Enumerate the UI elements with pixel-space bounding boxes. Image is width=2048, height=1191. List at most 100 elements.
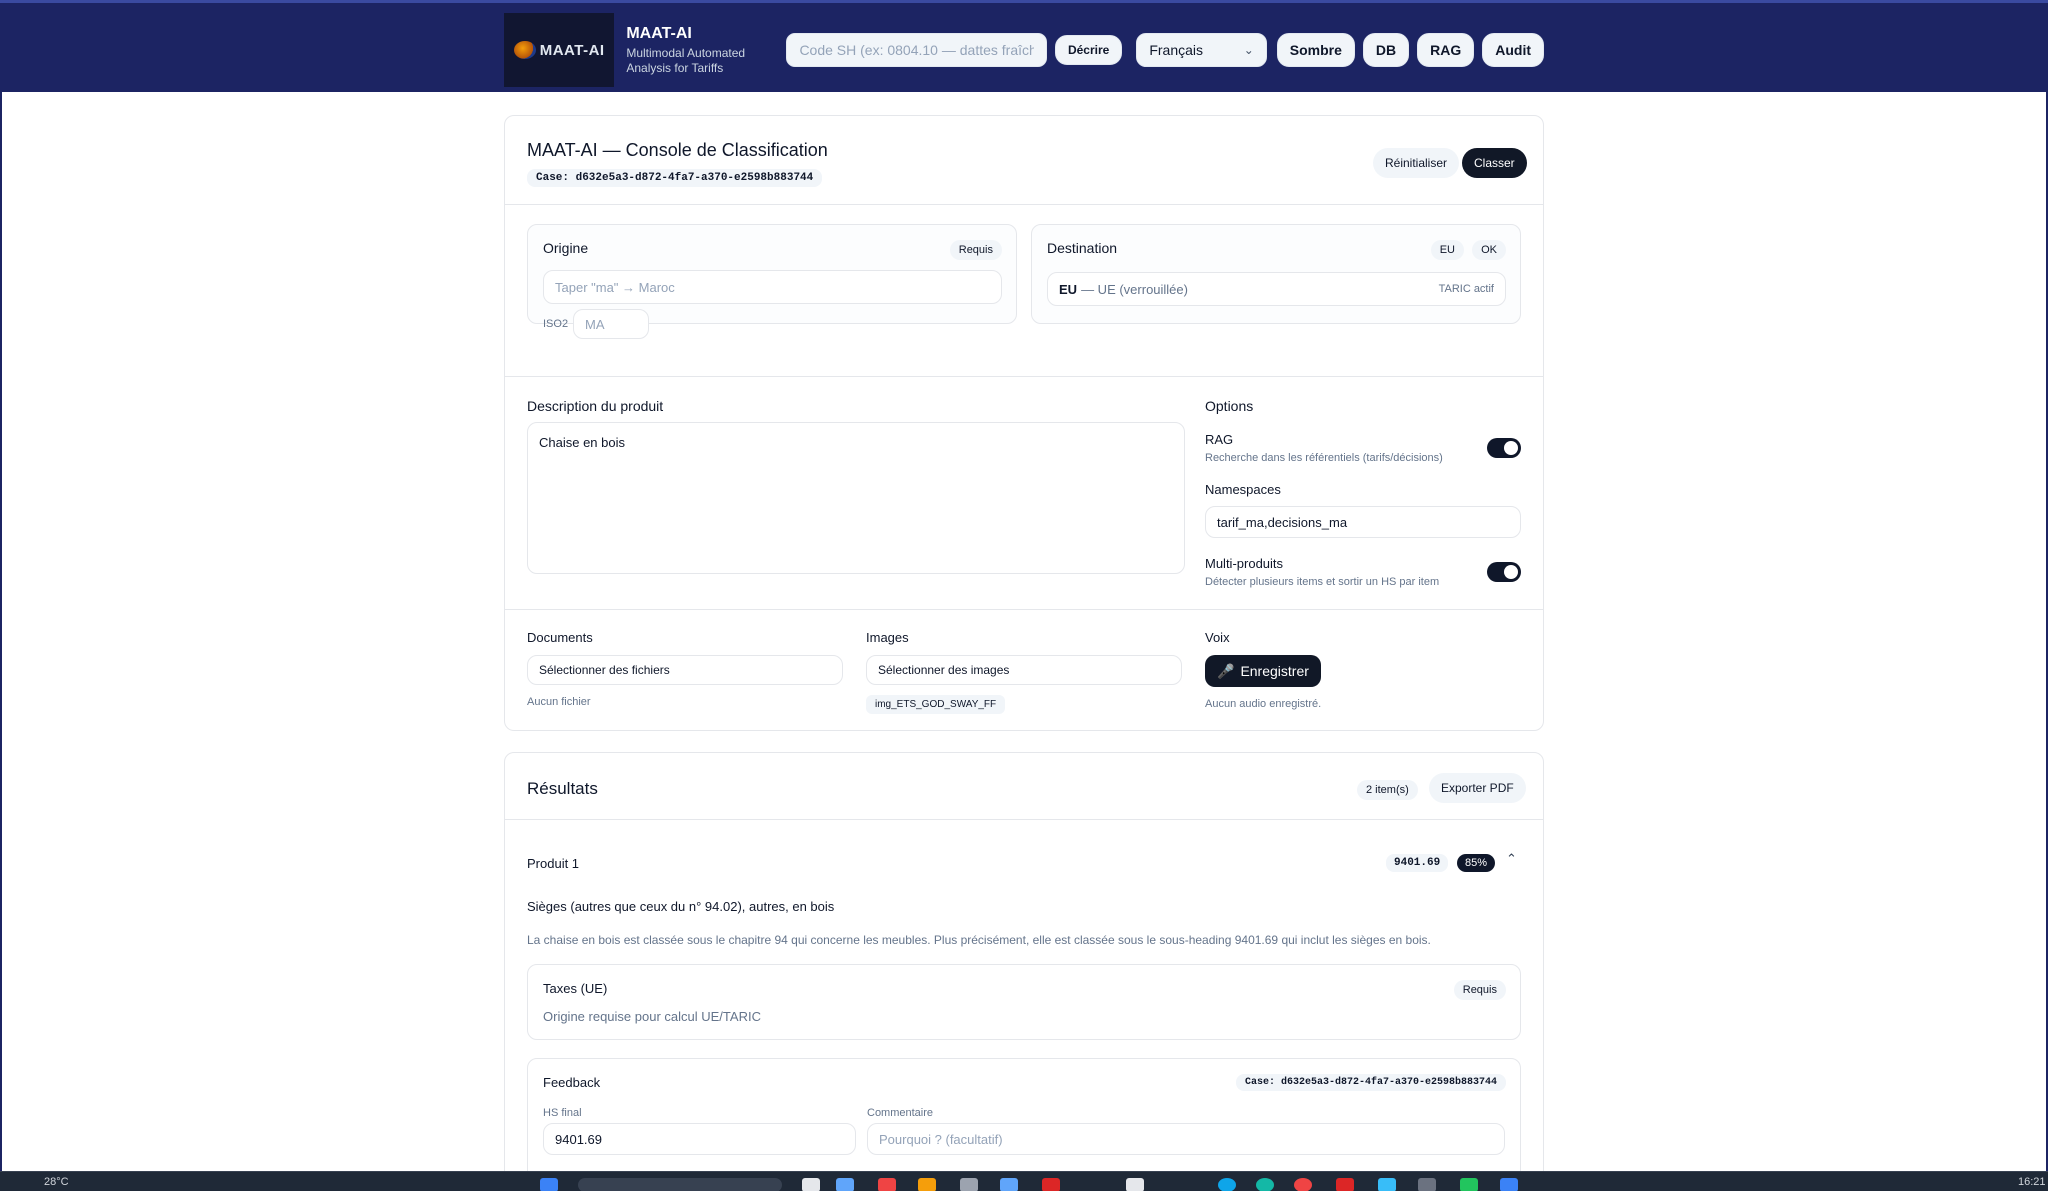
classify-button[interactable]: Classer bbox=[1462, 148, 1527, 178]
classification-console-card: MAAT-AI — Console de Classification Case… bbox=[504, 115, 1544, 731]
select-images-button[interactable]: Sélectionner des images bbox=[866, 655, 1182, 685]
options-label: Options bbox=[1205, 398, 1254, 414]
app-icon[interactable] bbox=[960, 1178, 978, 1191]
multi-products-title: Multi-produits bbox=[1205, 556, 1284, 571]
hs-code-search-input[interactable] bbox=[786, 33, 1047, 67]
origin-panel: Origine Requis ISO2 bbox=[527, 224, 1017, 339]
app-icon[interactable] bbox=[1418, 1178, 1436, 1191]
taxes-text: Origine requise pour calcul UE/TARIC bbox=[543, 1009, 761, 1024]
describe-button[interactable]: Décrire bbox=[1054, 35, 1123, 65]
audit-button[interactable]: Audit bbox=[1482, 33, 1544, 67]
section-divider bbox=[505, 204, 1543, 205]
app-icon[interactable] bbox=[1126, 1178, 1144, 1191]
app-header: MAAT-AI MAAT-AI Multimodal Automated Ana… bbox=[0, 0, 2048, 92]
app-icon[interactable] bbox=[1378, 1178, 1396, 1191]
origin-label: Origine bbox=[543, 240, 589, 256]
logo-text: MAAT-AI bbox=[539, 41, 605, 59]
rag-toggle[interactable] bbox=[1487, 438, 1521, 458]
app-icon[interactable] bbox=[1000, 1178, 1018, 1191]
app-icon[interactable] bbox=[878, 1178, 896, 1191]
language-select-value: Français bbox=[1149, 42, 1203, 58]
browser-icon[interactable] bbox=[1256, 1178, 1274, 1191]
namespaces-label: Namespaces bbox=[1205, 482, 1281, 497]
microphone-icon: 🎤 bbox=[1217, 662, 1235, 679]
app-icon[interactable] bbox=[1500, 1178, 1518, 1191]
comment-label: Commentaire bbox=[867, 1107, 934, 1119]
destination-ok-badge: OK bbox=[1472, 240, 1506, 260]
voice-label: Voix bbox=[1205, 630, 1230, 645]
task-view-icon[interactable] bbox=[802, 1178, 820, 1191]
iso2-input[interactable] bbox=[573, 309, 649, 339]
image-file-chip[interactable]: img_ETS_GOD_SWAY_FF bbox=[866, 695, 1006, 714]
section-divider bbox=[505, 609, 1543, 610]
destination-label: Destination bbox=[1047, 240, 1118, 256]
taxes-title: Taxes (UE) bbox=[543, 981, 608, 996]
brand-title: MAAT-AI bbox=[626, 24, 692, 42]
origin-required-badge: Requis bbox=[949, 240, 1002, 260]
product-confidence-badge: 85% bbox=[1457, 854, 1496, 872]
store-icon[interactable] bbox=[836, 1178, 854, 1191]
weather-widget[interactable]: 28°C bbox=[44, 1176, 69, 1188]
product-explanation: La chaise en bois est classée sous le ch… bbox=[527, 933, 1431, 947]
system-clock[interactable]: 16:21 bbox=[2018, 1176, 2046, 1188]
images-label: Images bbox=[866, 630, 909, 645]
hs-final-input[interactable] bbox=[543, 1123, 856, 1155]
product-name[interactable]: Produit 1 bbox=[527, 856, 579, 871]
select-files-button[interactable]: Sélectionner des fichiers bbox=[527, 655, 843, 685]
results-count-badge: 2 item(s) bbox=[1357, 780, 1418, 800]
destination-locked-field: EU — UE (verrouillée) TARIC actif bbox=[1047, 272, 1506, 306]
section-divider bbox=[505, 376, 1543, 377]
browser-icon[interactable] bbox=[1294, 1178, 1312, 1191]
db-button[interactable]: DB bbox=[1362, 33, 1410, 67]
taxes-panel: Taxes (UE) Requis Origine requise pour c… bbox=[527, 964, 1521, 1040]
os-taskbar: 28°C 16:21 bbox=[0, 1171, 2048, 1191]
documents-label: Documents bbox=[527, 630, 593, 645]
rag-option-subtitle: Recherche dans les référentiels (tarifs/… bbox=[1205, 452, 1443, 464]
iso2-label: ISO2 bbox=[543, 318, 569, 330]
calendar-icon[interactable] bbox=[1042, 1178, 1060, 1191]
rag-button[interactable]: RAG bbox=[1417, 33, 1475, 67]
chevron-up-icon[interactable]: ⌃ bbox=[1506, 851, 1517, 867]
reset-button[interactable]: Réinitialiser bbox=[1373, 148, 1460, 178]
app-icon[interactable] bbox=[1336, 1178, 1354, 1191]
multi-products-subtitle: Détecter plusieurs items et sortir un HS… bbox=[1205, 576, 1440, 588]
language-select[interactable]: Français ⌄ bbox=[1136, 33, 1267, 67]
multi-products-toggle[interactable] bbox=[1487, 562, 1521, 582]
browser-icon[interactable] bbox=[1218, 1178, 1236, 1191]
destination-code: EU bbox=[1059, 281, 1078, 297]
comment-input[interactable] bbox=[867, 1123, 1505, 1155]
description-label: Description du produit bbox=[527, 398, 664, 414]
theme-dark-button[interactable]: Sombre bbox=[1276, 33, 1355, 67]
excel-icon[interactable] bbox=[1460, 1178, 1478, 1191]
file-explorer-icon[interactable] bbox=[918, 1178, 936, 1191]
product-description-textarea[interactable]: Chaise en bois bbox=[527, 422, 1185, 574]
console-title: MAAT-AI — Console de Classification bbox=[527, 140, 828, 160]
feedback-panel: Feedback Case: d632e5a3-d872-4fa7-a370-e… bbox=[527, 1058, 1521, 1188]
start-menu-icon[interactable] bbox=[540, 1178, 558, 1191]
destination-panel: Destination EU OK EU — UE (verrouillée) … bbox=[1031, 224, 1521, 324]
brand-subtitle: Multimodal Automated Analysis for Tariff… bbox=[626, 45, 746, 75]
results-card: Résultats 2 item(s) Exporter PDF Produit… bbox=[504, 752, 1544, 1191]
brand-logo[interactable]: MAAT-AI bbox=[504, 13, 615, 87]
taxes-required-badge: Requis bbox=[1453, 980, 1506, 1000]
section-divider bbox=[505, 819, 1543, 820]
origin-country-input[interactable] bbox=[543, 270, 1002, 304]
namespaces-input[interactable] bbox=[1205, 506, 1521, 538]
results-title: Résultats bbox=[527, 779, 598, 798]
rag-option-title: RAG bbox=[1205, 432, 1234, 447]
taric-status: TARIC actif bbox=[1438, 283, 1494, 295]
destination-text: — UE (verrouillée) bbox=[1081, 281, 1188, 297]
taskbar-search-box[interactable] bbox=[578, 1178, 782, 1191]
hs-final-label: HS final bbox=[543, 1107, 582, 1119]
chevron-down-icon: ⌄ bbox=[1243, 43, 1254, 57]
scarab-logo-icon bbox=[513, 41, 536, 59]
record-voice-button[interactable]: 🎤 Enregistrer bbox=[1205, 655, 1321, 687]
feedback-title: Feedback bbox=[543, 1075, 601, 1090]
record-button-label: Enregistrer bbox=[1240, 663, 1309, 679]
destination-eu-badge: EU bbox=[1430, 240, 1464, 260]
product-hs-code: 9401.69 bbox=[1386, 854, 1449, 872]
feedback-case-id: Case: d632e5a3-d872-4fa7-a370-e2598b8837… bbox=[1235, 1074, 1506, 1091]
export-pdf-button[interactable]: Exporter PDF bbox=[1429, 773, 1526, 803]
case-id-badge: Case: d632e5a3-d872-4fa7-a370-e2598b8837… bbox=[527, 169, 823, 187]
voice-status: Aucun audio enregistré. bbox=[1205, 698, 1322, 710]
